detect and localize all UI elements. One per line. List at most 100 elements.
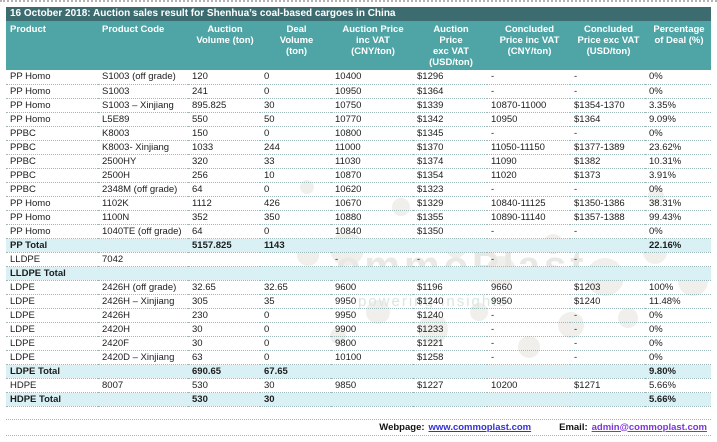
auction-price-exc-vat-cell: $1258 xyxy=(413,350,487,364)
auction-price-inc-vat-cell: 10620 xyxy=(331,182,413,196)
header-row: ProductProduct CodeAuctionVolume (ton)De… xyxy=(6,21,711,70)
column-header-percentage-of-deal: Percentageof Deal (%) xyxy=(645,21,711,70)
auction-volume-cell: 530 xyxy=(188,378,260,392)
concluded-price-exc-vat-cell: - xyxy=(570,336,645,350)
deal-volume-cell: 426 xyxy=(260,196,331,210)
table-row: LDPE2420F3009800$1221--0% xyxy=(6,336,711,350)
table-row: PP HomoS1003 – Xinjiang895.8253010750$13… xyxy=(6,98,711,112)
report-title: 16 October 2018: Auction sales result fo… xyxy=(6,7,711,21)
table-row: PPBCK8003- Xinjiang103324411000$13701105… xyxy=(6,140,711,154)
table-row: PPBC2500HY3203311030$137411090$138210.31… xyxy=(6,154,711,168)
percentage-of-deal-cell: 3.35% xyxy=(645,98,711,112)
deal-volume-cell: 30 xyxy=(260,392,331,406)
product-code-cell: S1003 (off grade) xyxy=(98,70,188,84)
concluded-price-inc-vat-cell: 10890-11140 xyxy=(487,210,570,224)
concluded-price-exc-vat-cell xyxy=(570,238,645,252)
table-row: PPBC2348M (off grade)64010620$1323--0% xyxy=(6,182,711,196)
auction-volume-cell: 1033 xyxy=(188,140,260,154)
deal-volume-cell: 0 xyxy=(260,70,331,84)
product-cell: LLDPE xyxy=(6,252,98,266)
auction-volume-cell: 256 xyxy=(188,168,260,182)
deal-volume-cell: 10 xyxy=(260,168,331,182)
concluded-price-inc-vat-cell: 9950 xyxy=(487,294,570,308)
auction-price-exc-vat-cell: $1196 xyxy=(413,280,487,294)
table-row: LDPE2420H3009900$1233--0% xyxy=(6,322,711,336)
webpage-label: Webpage: xyxy=(379,422,424,433)
auction-price-inc-vat-cell: - xyxy=(331,252,413,266)
product-cell: PPBC xyxy=(6,126,98,140)
auction-price-exc-vat-cell: $1240 xyxy=(413,308,487,322)
percentage-of-deal-cell: 0% xyxy=(645,336,711,350)
product-code-cell: K8003- Xinjiang xyxy=(98,140,188,154)
total-row: LDPE Total690.6567.659.80% xyxy=(6,364,711,378)
concluded-price-exc-vat-cell: $1373 xyxy=(570,168,645,182)
product-cell: PP Homo xyxy=(6,196,98,210)
auction-price-exc-vat-cell: $1364 xyxy=(413,84,487,98)
concluded-price-exc-vat-cell: - xyxy=(570,70,645,84)
concluded-price-exc-vat-cell: $1240 xyxy=(570,294,645,308)
product-cell: PP Homo xyxy=(6,84,98,98)
product-cell: PP Homo xyxy=(6,98,98,112)
product-cell: PPBC xyxy=(6,168,98,182)
concluded-price-exc-vat-cell: $1350-1386 xyxy=(570,196,645,210)
auction-price-exc-vat-cell: $1350 xyxy=(413,224,487,238)
webpage-link[interactable]: www.commoplast.com xyxy=(429,422,532,433)
deal-volume-cell: 0 xyxy=(260,224,331,238)
concluded-price-inc-vat-cell: - xyxy=(487,224,570,238)
product-cell: PP Homo xyxy=(6,224,98,238)
deal-volume-cell: 0 xyxy=(260,308,331,322)
column-header-deal-volume: DealVolume(ton) xyxy=(260,21,331,70)
column-header-auction-price-exc-vat: AuctionPriceexc VAT(USD/ton) xyxy=(413,21,487,70)
concluded-price-inc-vat-cell: - xyxy=(487,336,570,350)
product-code-cell xyxy=(98,364,188,378)
percentage-of-deal-cell: 3.91% xyxy=(645,168,711,182)
auction-price-exc-vat-cell xyxy=(413,266,487,280)
auction-price-exc-vat-cell: $1342 xyxy=(413,112,487,126)
auction-price-exc-vat-cell xyxy=(413,392,487,406)
table-head: ProductProduct CodeAuctionVolume (ton)De… xyxy=(6,21,711,70)
percentage-of-deal-cell: 0% xyxy=(645,126,711,140)
auction-price-exc-vat-cell: $1339 xyxy=(413,98,487,112)
product-code-cell: 1102K xyxy=(98,196,188,210)
auction-volume-cell: 30 xyxy=(188,336,260,350)
product-cell: LDPE xyxy=(6,294,98,308)
auction-price-exc-vat-cell: $1227 xyxy=(413,378,487,392)
concluded-price-exc-vat-cell xyxy=(570,364,645,378)
table-body: PP HomoS1003 (off grade)120010400$1296--… xyxy=(6,70,711,406)
concluded-price-exc-vat-cell: $1203 xyxy=(570,280,645,294)
auction-price-inc-vat-cell: 9600 xyxy=(331,280,413,294)
deal-volume-cell: 0 xyxy=(260,336,331,350)
product-code-cell: 2500H xyxy=(98,168,188,182)
auction-price-inc-vat-cell: 9950 xyxy=(331,294,413,308)
auction-volume-cell xyxy=(188,266,260,280)
auction-price-inc-vat-cell: 11000 xyxy=(331,140,413,154)
auction-price-inc-vat-cell xyxy=(331,238,413,252)
auction-price-inc-vat-cell: 9950 xyxy=(331,308,413,322)
email-link[interactable]: admin@commoplast.com xyxy=(592,422,707,433)
total-row: PP Total5157.825114322.16% xyxy=(6,238,711,252)
concluded-price-exc-vat-cell xyxy=(570,266,645,280)
percentage-of-deal-cell: 99.43% xyxy=(645,210,711,224)
auction-price-exc-vat-cell: $1323 xyxy=(413,182,487,196)
product-code-cell: 2420F xyxy=(98,336,188,350)
auction-volume-cell: 120 xyxy=(188,70,260,84)
total-row: LLDPE Total xyxy=(6,266,711,280)
auction-price-inc-vat-cell: 10950 xyxy=(331,84,413,98)
deal-volume-cell: 67.65 xyxy=(260,364,331,378)
deal-volume-cell: 0 xyxy=(260,182,331,196)
concluded-price-exc-vat-cell: - xyxy=(570,322,645,336)
column-header-product: Product xyxy=(6,21,98,70)
product-code-cell: 2420H xyxy=(98,322,188,336)
auction-price-exc-vat-cell: $1221 xyxy=(413,336,487,350)
auction-price-exc-vat-cell: - xyxy=(413,252,487,266)
auction-volume-cell: 30 xyxy=(188,322,260,336)
percentage-of-deal-cell: 0% xyxy=(645,224,711,238)
concluded-price-inc-vat-cell xyxy=(487,364,570,378)
product-cell: HDPE Total xyxy=(6,392,98,406)
table-row: PP Homo1102K111242610670$132910840-11125… xyxy=(6,196,711,210)
table-row: LDPE2426H – Xinjiang305359950$12409950$1… xyxy=(6,294,711,308)
auction-volume-cell: 530 xyxy=(188,392,260,406)
product-code-cell: 2426H xyxy=(98,308,188,322)
column-header-concluded-price-exc-vat: ConcludedPrice exc VAT(USD/ton) xyxy=(570,21,645,70)
product-cell: LDPE xyxy=(6,322,98,336)
